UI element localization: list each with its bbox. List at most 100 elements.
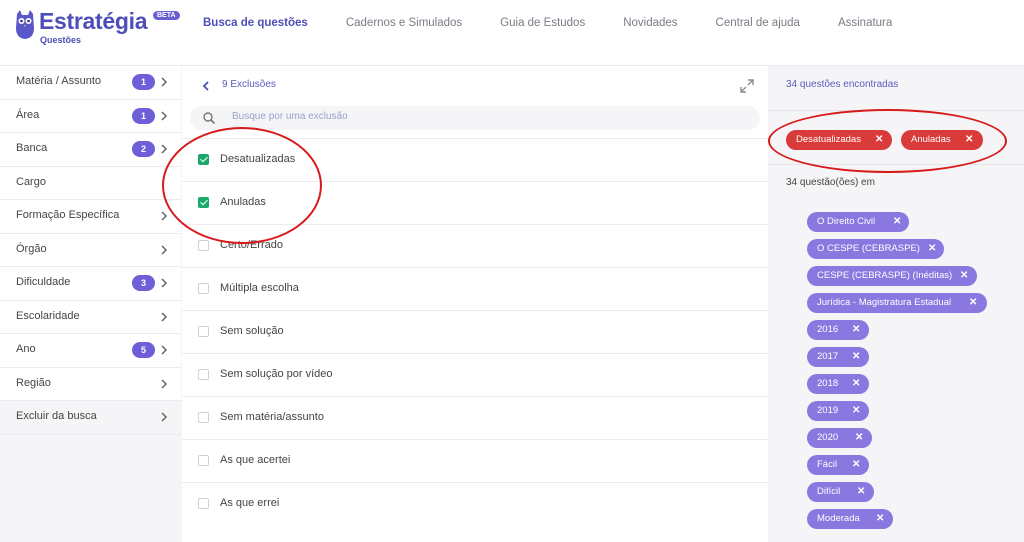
- sidebar-item-label: Área: [16, 108, 40, 121]
- close-icon[interactable]: ✕: [855, 428, 863, 448]
- sidebar-item-banca[interactable]: Banca 2: [0, 133, 181, 167]
- tag-label: Difícil: [817, 486, 841, 497]
- filter-tag[interactable]: Moderada ✕: [807, 509, 893, 529]
- option-row[interactable]: Sem solução: [182, 310, 768, 353]
- filter-tag[interactable]: Fácil ✕: [807, 455, 869, 475]
- chevron-right-icon: [161, 144, 168, 154]
- checkbox-checked[interactable]: [198, 154, 209, 165]
- checkbox[interactable]: [198, 283, 209, 294]
- option-label: Sem matéria/assunto: [220, 411, 324, 423]
- count-badge: 5: [132, 342, 155, 358]
- close-icon[interactable]: ✕: [852, 347, 860, 367]
- close-icon[interactable]: ✕: [852, 401, 860, 421]
- tag-label: O Direito Civil: [817, 216, 876, 227]
- nav-cadernos-e-simulados[interactable]: Cadernos e Simulados: [346, 17, 462, 31]
- excluded-tag[interactable]: Desatualizadas ✕: [786, 130, 892, 150]
- sidebar-item-dificuldade[interactable]: Dificuldade 3: [0, 267, 181, 301]
- checkbox[interactable]: [198, 326, 209, 337]
- exclusions-panel: 9 Exclusões Desatualizadas Anuladas Cert…: [182, 66, 768, 542]
- sidebar-item-formacao[interactable]: Formação Específica: [0, 200, 181, 234]
- filter-tag[interactable]: CESPE (CEBRASPE) (Inéditas) ✕: [807, 266, 977, 286]
- sidebar-item-materia[interactable]: Matéria / Assunto 1: [0, 66, 181, 100]
- option-row[interactable]: As que acertei: [182, 439, 768, 482]
- sidebar-item-excluir[interactable]: Excluir da busca: [0, 401, 181, 435]
- close-icon[interactable]: ✕: [852, 455, 860, 475]
- sidebar-item-label: Cargo: [16, 175, 46, 188]
- nav-assinatura[interactable]: Assinatura: [838, 17, 892, 31]
- filter-tag[interactable]: 2017 ✕: [807, 347, 869, 367]
- tag-label: Anuladas: [911, 134, 951, 145]
- close-icon[interactable]: ✕: [857, 482, 865, 502]
- option-row[interactable]: Múltipla escolha: [182, 267, 768, 310]
- tag-label: 2020: [817, 432, 839, 443]
- filter-tag[interactable]: 2018 ✕: [807, 374, 869, 394]
- close-icon[interactable]: ✕: [965, 130, 973, 150]
- exclusion-search-input[interactable]: [232, 111, 632, 122]
- divider: [768, 110, 1024, 111]
- filter-tag[interactable]: 2016 ✕: [807, 320, 869, 340]
- beta-badge: BETA: [153, 11, 180, 20]
- option-row[interactable]: Certo/Errado: [182, 224, 768, 267]
- tag-label: Desatualizadas: [796, 134, 861, 145]
- expand-icon[interactable]: [739, 78, 755, 94]
- option-row[interactable]: Anuladas: [182, 181, 768, 224]
- checkbox-checked[interactable]: [198, 197, 209, 208]
- exclusions-header: 9 Exclusões: [182, 66, 768, 106]
- results-count: 34 questões encontradas: [786, 79, 899, 90]
- sidebar-item-label: Formação Específica: [16, 209, 120, 221]
- option-row[interactable]: Desatualizadas: [182, 138, 768, 181]
- tag-label: Fácil: [817, 459, 838, 470]
- tag-label: Moderada: [817, 513, 860, 524]
- filter-tag[interactable]: 2020 ✕: [807, 428, 872, 448]
- chevron-left-icon[interactable]: [200, 79, 212, 93]
- close-icon[interactable]: ✕: [928, 239, 936, 259]
- close-icon[interactable]: ✕: [852, 374, 860, 394]
- option-row[interactable]: Sem matéria/assunto: [182, 396, 768, 439]
- filter-tag[interactable]: Difícil ✕: [807, 482, 874, 502]
- tag-label: O CESPE (CEBRASPE): [817, 243, 920, 254]
- chevron-right-icon: [161, 77, 168, 87]
- filter-tag[interactable]: Jurídica - Magistratura Estadual ✕: [807, 293, 987, 313]
- checkbox[interactable]: [198, 412, 209, 423]
- close-icon[interactable]: ✕: [876, 509, 884, 529]
- sidebar-item-label: Banca: [16, 142, 48, 154]
- brand-logo[interactable]: Estratégia Questões BETA: [14, 8, 184, 48]
- filter-tag[interactable]: O Direito Civil ✕: [807, 212, 909, 232]
- chevron-right-icon: [161, 311, 168, 322]
- tag-label: 2017: [817, 351, 839, 362]
- close-icon[interactable]: ✕: [875, 130, 883, 150]
- checkbox[interactable]: [198, 369, 209, 380]
- sidebar-item-escolaridade[interactable]: Escolaridade: [0, 301, 181, 334]
- option-row[interactable]: Sem solução por vídeo: [182, 353, 768, 396]
- nav-guia-de-estudos[interactable]: Guia de Estudos: [500, 17, 585, 31]
- sidebar-item-cargo[interactable]: Cargo: [0, 167, 181, 200]
- sidebar-item-label: Região: [16, 376, 51, 389]
- tag-label: 2016: [817, 324, 839, 335]
- sidebar-item-label: Ano: [16, 343, 36, 355]
- checkbox[interactable]: [198, 240, 209, 251]
- close-icon[interactable]: ✕: [893, 212, 901, 232]
- close-icon[interactable]: ✕: [960, 266, 968, 286]
- tag-label: Jurídica - Magistratura Estadual: [817, 297, 952, 308]
- filter-tag[interactable]: O CESPE (CEBRASPE) ✕: [807, 239, 944, 259]
- close-icon[interactable]: ✕: [969, 293, 977, 313]
- chevron-right-icon: [161, 412, 168, 422]
- filter-tag[interactable]: 2019 ✕: [807, 401, 869, 421]
- tag-label: 2019: [817, 405, 839, 416]
- checkbox[interactable]: [198, 455, 209, 466]
- nav-novidades[interactable]: Novidades: [623, 17, 677, 31]
- brand-name: Estratégia: [39, 8, 148, 34]
- option-row[interactable]: As que errei: [182, 482, 768, 525]
- sidebar-item-orgao[interactable]: Órgão: [0, 234, 181, 267]
- sidebar-item-regiao[interactable]: Região: [0, 368, 181, 401]
- filter-sidebar: Matéria / Assunto 1 Área 1 Banca 2 Cargo…: [0, 66, 181, 435]
- nav-central-de-ajuda[interactable]: Central de ajuda: [716, 17, 800, 31]
- nav-busca-de-questoes[interactable]: Busca de questões: [203, 17, 308, 31]
- excluded-tag[interactable]: Anuladas ✕: [901, 130, 983, 150]
- close-icon[interactable]: ✕: [852, 320, 860, 340]
- sidebar-item-area[interactable]: Área 1: [0, 100, 181, 133]
- count-badge: 3: [132, 275, 155, 291]
- checkbox[interactable]: [198, 498, 209, 509]
- owl-logo-icon: [16, 10, 34, 39]
- sidebar-item-ano[interactable]: Ano 5: [0, 334, 181, 368]
